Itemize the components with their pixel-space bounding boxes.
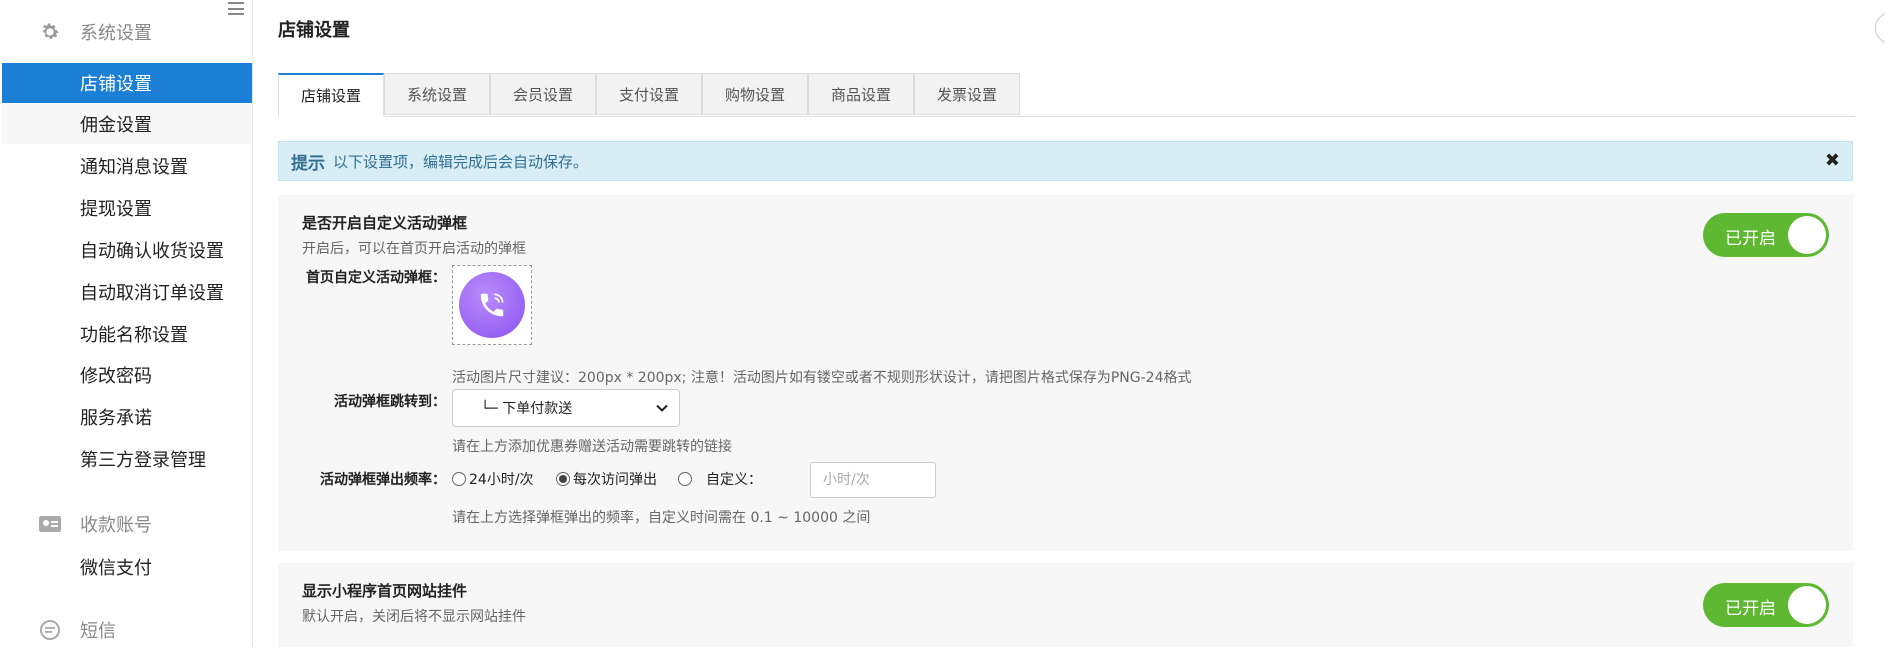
section-desc: 开启后，可以在首页开启活动的弹框 — [302, 241, 526, 257]
select-value: └─ 下单付款送 — [481, 401, 573, 417]
sidebar-item-auto-confirm[interactable]: 自动确认收货设置 — [2, 230, 252, 270]
sidebar-group-label: 短信 — [80, 621, 116, 642]
side-panel-toggle-button[interactable] — [1875, 12, 1885, 44]
radio-indicator — [678, 472, 692, 486]
radio-label: 24小时/次 — [469, 472, 534, 488]
gear-icon — [38, 20, 62, 44]
popup-toggle[interactable]: 已开启 — [1703, 213, 1829, 257]
image-hint: 活动图片尺寸建议：200px * 200px; 注意！活动图片如有镂空或者不规则… — [452, 370, 1192, 386]
toggle-knob — [1788, 586, 1826, 624]
settings-tabs: 店铺设置 系统设置 会员设置 支付设置 购物设置 商品设置 发票设置 — [278, 73, 1855, 117]
section-desc: 默认开启，关闭后将不显示网站挂件 — [302, 609, 526, 625]
tab-product-settings[interactable]: 商品设置 — [808, 73, 914, 115]
sidebar-item-notifications[interactable]: 通知消息设置 — [2, 146, 252, 186]
sidebar-group-system: 系统设置 — [0, 14, 252, 50]
main-content: 店铺设置 店铺设置 系统设置 会员设置 支付设置 购物设置 商品设置 发票设置 … — [278, 0, 1855, 647]
toggle-label: 已开启 — [1725, 229, 1776, 249]
notice-banner: 提示 以下设置项，编辑完成后会自动保存。 ✖ — [278, 141, 1853, 181]
sidebar-group-payment-accounts: 收款账号 — [0, 506, 252, 542]
sidebar: 系统设置 店铺设置 佣金设置 通知消息设置 提现设置 自动确认收货设置 自动取消… — [0, 0, 253, 647]
id-card-icon — [38, 512, 62, 536]
toggle-knob — [1788, 216, 1826, 254]
section-title: 显示小程序首页网站挂件 — [302, 582, 468, 600]
tab-member-settings[interactable]: 会员设置 — [490, 73, 596, 115]
radio-indicator — [452, 472, 466, 486]
radio-24h[interactable]: 24小时/次 — [452, 469, 534, 489]
sidebar-group-label: 收款账号 — [80, 515, 152, 536]
widget-toggle[interactable]: 已开启 — [1703, 583, 1829, 627]
toggle-label: 已开启 — [1725, 599, 1776, 619]
frequency-field-label: 活动弹框弹出频率： — [320, 472, 446, 488]
tab-system-settings[interactable]: 系统设置 — [384, 73, 490, 115]
radio-label: 自定义： — [706, 472, 762, 488]
chevron-down-icon — [655, 401, 669, 419]
sidebar-item-service-promise[interactable]: 服务承诺 — [2, 397, 252, 437]
sidebar-item-commission[interactable]: 佣金设置 — [2, 104, 252, 144]
phone-icon — [459, 272, 525, 338]
sidebar-item-withdrawal[interactable]: 提现设置 — [2, 188, 252, 228]
jump-target-select[interactable]: └─ 下单付款送 — [452, 389, 680, 427]
sidebar-item-auto-cancel[interactable]: 自动取消订单设置 — [2, 272, 252, 312]
tab-payment-settings[interactable]: 支付设置 — [596, 73, 702, 115]
sidebar-item-shop-settings[interactable]: 店铺设置 — [2, 63, 252, 103]
tab-shopping-settings[interactable]: 购物设置 — [702, 73, 808, 115]
widget-settings-card: 显示小程序首页网站挂件 默认开启，关闭后将不显示网站挂件 已开启 — [278, 563, 1853, 647]
image-field-label: 首页自定义活动弹框： — [306, 270, 446, 286]
radio-custom[interactable]: 自定义： — [678, 469, 762, 489]
sidebar-group-label: 系统设置 — [80, 23, 152, 44]
jump-hint: 请在上方添加优惠券赠送活动需要跳转的链接 — [452, 439, 732, 455]
tab-invoice-settings[interactable]: 发票设置 — [914, 73, 1020, 115]
popup-settings-card: 是否开启自定义活动弹框 开启后，可以在首页开启活动的弹框 已开启 首页自定义活动… — [278, 195, 1853, 551]
sidebar-group-sms: 短信 — [0, 612, 252, 648]
radio-label: 每次访问弹出 — [573, 472, 657, 488]
section-title: 是否开启自定义活动弹框 — [302, 214, 468, 232]
sidebar-item-change-password[interactable]: 修改密码 — [2, 355, 252, 395]
message-icon — [38, 618, 62, 642]
page-title: 店铺设置 — [278, 20, 350, 41]
sidebar-item-wechat-pay[interactable]: 微信支付 — [2, 547, 252, 587]
radio-indicator — [556, 472, 570, 486]
notice-title: 提示 — [291, 153, 325, 174]
popup-image-upload[interactable] — [452, 265, 532, 345]
sidebar-item-feature-names[interactable]: 功能名称设置 — [2, 314, 252, 354]
custom-frequency-input[interactable]: 小时/次 — [810, 462, 936, 498]
close-icon[interactable]: ✖ — [1825, 150, 1840, 171]
frequency-hint: 请在上方选择弹框弹出的频率，自定义时间需在 0.1 ~ 10000 之间 — [452, 510, 871, 526]
notice-text: 以下设置项，编辑完成后会自动保存。 — [333, 152, 589, 171]
radio-every-visit[interactable]: 每次访问弹出 — [556, 469, 657, 489]
jump-field-label: 活动弹框跳转到： — [334, 394, 446, 410]
sidebar-item-third-party-login[interactable]: 第三方登录管理 — [2, 439, 252, 479]
tab-shop-settings[interactable]: 店铺设置 — [278, 73, 384, 117]
